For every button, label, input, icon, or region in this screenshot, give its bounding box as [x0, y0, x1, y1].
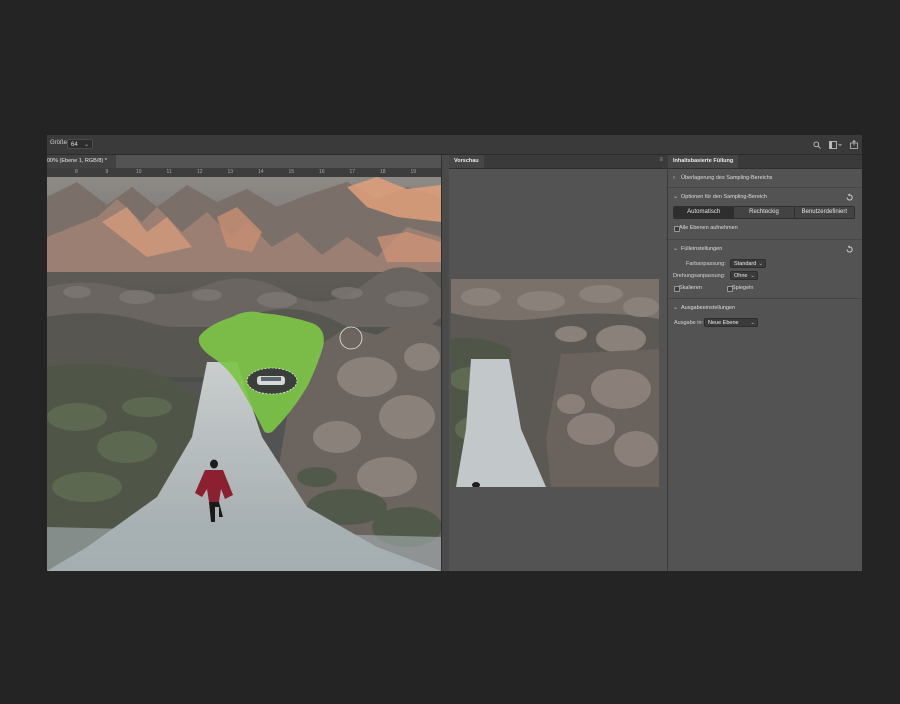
- scale-label: Skalieren: [679, 285, 702, 291]
- rotation-adaptation-label: Drehungsanpassung:: [673, 273, 726, 279]
- preview-image: [451, 279, 659, 487]
- chevron-down-icon: ⌄: [673, 194, 679, 200]
- reset-icon[interactable]: [845, 244, 854, 253]
- ruler-tick: 12: [197, 169, 203, 175]
- overlay-section-header[interactable]: › Überlagerung des Sampling-Bereichs: [668, 169, 862, 187]
- rotation-adaptation-row: Drehungsanpassung: Ohne ⌄: [668, 270, 862, 282]
- share-icon[interactable]: [850, 136, 858, 154]
- ruler-tick: 17: [349, 169, 356, 175]
- ruler-tick: 14: [258, 169, 264, 175]
- scale-checkbox[interactable]: Skalieren: [668, 283, 702, 293]
- ruler-tick: 15: [288, 169, 295, 175]
- document-tab[interactable]: 00% (Ebene 1, RGB/8) *: [47, 155, 116, 168]
- options-bar: Größe: 64 ⌄: [47, 135, 862, 155]
- color-adaptation-value: Standard: [734, 261, 757, 267]
- chevron-down-icon: ⌄: [83, 142, 89, 148]
- all-layers-label: Alle Ebenen aufnehmen: [679, 225, 738, 231]
- chevron-down-icon: ⌄: [750, 320, 755, 326]
- color-adaptation-select[interactable]: Standard ⌄: [730, 259, 766, 268]
- preview-panel: Vorschau ≡: [449, 155, 668, 571]
- top-icons: [813, 138, 858, 151]
- preview-panel-header: Vorschau ≡: [449, 155, 667, 169]
- reset-icon[interactable]: [845, 192, 854, 201]
- chevron-down-icon: ⌄: [673, 305, 679, 311]
- output-label: Ausgabe in:: [674, 320, 704, 326]
- overlay-section-title: Überlagerung des Sampling-Bereichs: [681, 175, 773, 181]
- properties-panel-header: Inhaltsbasierte Füllung: [668, 155, 862, 169]
- sampling-rect-button[interactable]: Rechteckig: [734, 207, 795, 218]
- output-section-title: Ausgabeeinstellungen: [681, 305, 736, 311]
- ruler-tick: 8: [75, 169, 78, 175]
- size-label: Größe:: [50, 140, 69, 146]
- document-title: 00% (Ebene 1, RGB/8) *: [47, 158, 107, 164]
- scale-mirror-row: Skalieren Spiegeln: [668, 282, 862, 293]
- mirror-checkbox[interactable]: Spiegeln: [721, 283, 753, 293]
- sampling-auto-button[interactable]: Automatisch: [674, 207, 735, 218]
- sampling-section-title: Optionen für den Sampling-Bereich: [681, 194, 767, 200]
- canvas-image: [47, 177, 441, 571]
- sampling-section-header[interactable]: ⌄ Optionen für den Sampling-Bereich: [668, 188, 862, 206]
- rotation-adaptation-select[interactable]: Ohne ⌄: [730, 271, 758, 280]
- ruler-tick: 13: [227, 169, 234, 175]
- checkbox-icon: [674, 285, 680, 292]
- size-select[interactable]: 64 ⌄: [67, 139, 93, 149]
- output-value: Neue Ebene: [708, 320, 739, 326]
- document-canvas[interactable]: [47, 177, 441, 571]
- chevron-right-icon: ›: [673, 175, 675, 181]
- output-section-header[interactable]: ⌄ Ausgabeeinstellungen: [668, 299, 862, 317]
- ruler-tick: 16: [319, 169, 325, 175]
- output-row: Ausgabe in: Neue Ebene ⌄: [668, 317, 862, 329]
- sampling-section: ⌄ Optionen für den Sampling-Bereich Auto…: [668, 188, 862, 240]
- chevron-down-icon: ⌄: [758, 261, 763, 267]
- fill-settings-header[interactable]: ⌄ Fülleinstellungen: [668, 240, 862, 258]
- all-layers-checkbox[interactable]: Alle Ebenen aufnehmen: [668, 223, 862, 233]
- checkbox-icon: [727, 285, 733, 292]
- content-aware-fill-panel: Inhaltsbasierte Füllung › Überlagerung d…: [668, 155, 862, 571]
- chevron-down-icon: ⌄: [750, 273, 755, 279]
- output-select[interactable]: Neue Ebene ⌄: [704, 318, 758, 327]
- fill-settings-title: Fülleinstellungen: [681, 246, 723, 252]
- rotation-adaptation-value: Ohne: [734, 273, 748, 279]
- photoshop-window: Größe: 64 ⌄ 00% (Ebene 1, RGB/8) * 8 9 10 1…: [47, 135, 862, 571]
- output-section: ⌄ Ausgabeeinstellungen Ausgabe in: Neue …: [668, 299, 862, 335]
- panel-menu-icon[interactable]: ≡: [659, 157, 663, 163]
- overlay-section: › Überlagerung des Sampling-Bereichs: [668, 169, 862, 188]
- color-adaptation-row: Farbanpassung: Standard ⌄: [668, 258, 862, 270]
- fill-settings-section: ⌄ Fülleinstellungen Farbanpassung: Stand…: [668, 240, 862, 299]
- chevron-down-icon: ⌄: [673, 246, 679, 252]
- color-adaptation-label: Farbanpassung:: [686, 261, 726, 267]
- size-value: 64: [71, 142, 78, 148]
- sampling-mode-buttons: Automatisch Rechteckig Benutzerdefiniert: [673, 206, 855, 219]
- search-icon[interactable]: [813, 136, 821, 154]
- sampling-custom-button[interactable]: Benutzerdefiniert: [794, 207, 854, 218]
- mirror-label: Spiegeln: [732, 285, 754, 291]
- ruler-tick: 19: [410, 169, 417, 175]
- content-aware-fill-tab[interactable]: Inhaltsbasierte Füllung: [668, 155, 739, 168]
- preview-tab[interactable]: Vorschau: [449, 155, 484, 168]
- ruler-tick: 9: [105, 169, 109, 175]
- ruler-tick: 18: [380, 169, 386, 175]
- checkbox-icon: [674, 225, 680, 232]
- ruler-tick: 10: [136, 169, 142, 175]
- workspace-icon[interactable]: [829, 136, 842, 154]
- ruler-tick: 11: [166, 169, 172, 175]
